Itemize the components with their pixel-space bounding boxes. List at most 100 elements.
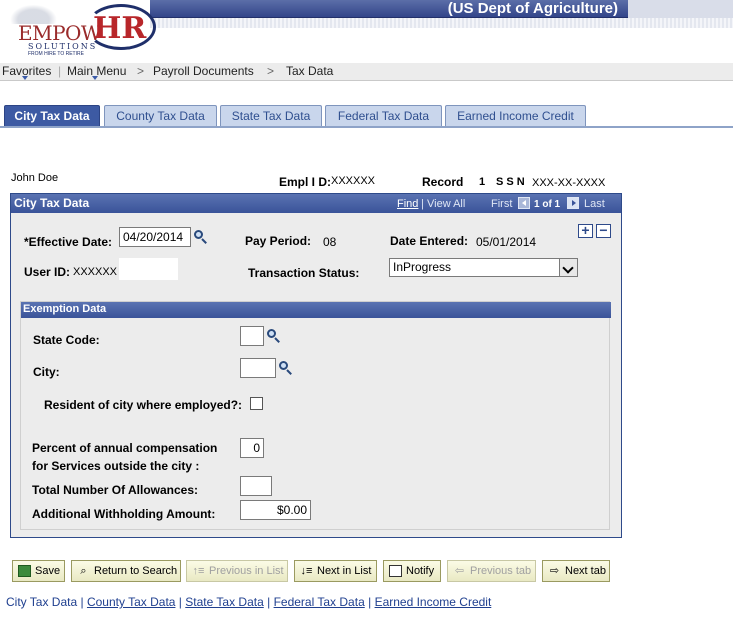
page-header: (US Dept of Agriculture) EMPOW HR SOLUTI… bbox=[0, 0, 733, 63]
next-in-list-button[interactable]: ↓≡ Next in List bbox=[294, 560, 377, 582]
logo-solutions: SOLUTIONS bbox=[28, 42, 98, 51]
resident-label: Resident of city where employed?: bbox=[44, 398, 243, 412]
withholding-label: Additional Withholding Amount: bbox=[32, 507, 216, 521]
calendar-lookup-icon[interactable] bbox=[194, 230, 208, 244]
last-link[interactable]: Last bbox=[584, 198, 605, 210]
footer-link-city-tax-data[interactable]: City Tax Data bbox=[6, 595, 77, 609]
return-to-search-label: Return to Search bbox=[94, 565, 178, 577]
effective-date-input[interactable]: 04/20/2014 bbox=[119, 227, 191, 247]
city-label: City: bbox=[33, 365, 60, 379]
tab-state-tax-data[interactable]: State Tax Data bbox=[220, 105, 322, 127]
allowances-input[interactable] bbox=[240, 476, 272, 496]
save-icon bbox=[18, 565, 31, 577]
footer-separator: | bbox=[368, 595, 372, 609]
favorites-dropdown-icon[interactable] bbox=[22, 76, 28, 80]
find-link[interactable]: Find bbox=[397, 198, 418, 210]
header-pattern bbox=[150, 18, 733, 28]
previous-tab-label: Previous tab bbox=[470, 565, 532, 577]
ssn-value: XXX-XX-XXXX bbox=[532, 177, 606, 189]
nav-tax-data[interactable]: Tax Data bbox=[286, 64, 333, 78]
main-menu-dropdown-icon[interactable] bbox=[92, 76, 98, 80]
user-id-blank-field bbox=[119, 258, 178, 280]
resident-checkbox[interactable] bbox=[250, 397, 263, 410]
notify-icon bbox=[389, 565, 402, 577]
tab-earned-income-credit[interactable]: Earned Income Credit bbox=[445, 105, 586, 127]
tab-city-tax-data[interactable]: City Tax Data bbox=[4, 105, 100, 127]
empowhr-logo: EMPOW HR SOLUTIONS FROM HIRE TO RETIRE bbox=[6, 2, 166, 60]
state-lookup-icon[interactable] bbox=[267, 329, 281, 343]
save-label: Save bbox=[35, 565, 61, 577]
transaction-status-select[interactable]: InProgress bbox=[389, 258, 578, 277]
previous-tab-button[interactable]: ⇦ Previous tab bbox=[447, 560, 536, 582]
row-count: 1 of 1 bbox=[534, 199, 561, 210]
record-label: Record bbox=[422, 175, 464, 189]
next-tab-icon: ⇨ bbox=[549, 565, 560, 577]
panel-header: City Tax Data Find | View All First 1 of… bbox=[11, 194, 621, 213]
footer-separator: | bbox=[178, 595, 182, 609]
employee-name: John Doe bbox=[11, 172, 59, 184]
logo-hr: HR bbox=[93, 11, 147, 46]
percent-label-line2: for Services outside the city : bbox=[32, 459, 200, 473]
navigation-bar: Favorites | Main Menu > Payroll Document… bbox=[0, 63, 733, 81]
previous-in-list-button[interactable]: ↑≡ Previous in List bbox=[186, 560, 288, 582]
chevron-down-icon[interactable] bbox=[559, 259, 577, 276]
effective-date-label: *Effective Date: bbox=[24, 235, 113, 249]
footer-link-earned-income-credit[interactable]: Earned Income Credit bbox=[375, 595, 492, 609]
add-row-button[interactable]: + bbox=[578, 223, 593, 238]
header-bar-end bbox=[628, 0, 733, 18]
allowances-label: Total Number Of Allowances: bbox=[32, 483, 199, 497]
first-link[interactable]: First bbox=[491, 198, 512, 210]
date-entered-value: 05/01/2014 bbox=[476, 235, 537, 249]
previous-list-icon: ↑≡ bbox=[192, 565, 205, 577]
tab-county-tax-data[interactable]: County Tax Data bbox=[104, 105, 217, 127]
save-button[interactable]: Save bbox=[12, 560, 65, 582]
transaction-status-label: Transaction Status: bbox=[248, 266, 360, 280]
exemption-data-title: Exemption Data bbox=[21, 302, 611, 318]
footer-links: City Tax Data | County Tax Data | State … bbox=[6, 595, 491, 609]
footer-link-federal-tax-data[interactable]: Federal Tax Data bbox=[274, 595, 365, 609]
state-code-label: State Code: bbox=[33, 333, 100, 347]
user-id-label: User ID: bbox=[24, 265, 71, 279]
nav-separator: > bbox=[267, 64, 275, 78]
record-value: 1 bbox=[479, 176, 486, 188]
next-arrow-icon[interactable] bbox=[567, 197, 579, 209]
previous-tab-icon: ⇦ bbox=[454, 565, 465, 577]
logo-tagline: FROM HIRE TO RETIRE bbox=[28, 51, 84, 57]
panel-title: City Tax Data bbox=[14, 196, 90, 210]
tab-bar: City Tax Data County Tax Data State Tax … bbox=[4, 105, 733, 127]
notify-label: Notify bbox=[406, 565, 435, 577]
next-tab-button[interactable]: ⇨ Next tab bbox=[542, 560, 610, 582]
city-tax-data-panel: City Tax Data Find | View All First 1 of… bbox=[10, 193, 622, 538]
return-to-search-button[interactable]: ⌕ Return to Search bbox=[71, 560, 181, 582]
delete-row-button[interactable]: − bbox=[596, 223, 611, 238]
pay-period-value: 08 bbox=[323, 235, 337, 249]
ssn-label: S S N bbox=[496, 176, 525, 188]
city-lookup-icon[interactable] bbox=[279, 361, 293, 375]
city-input[interactable] bbox=[240, 358, 276, 378]
empl-id-value: XXXXXX bbox=[331, 175, 376, 187]
agency-title: (US Dept of Agriculture) bbox=[447, 0, 618, 17]
previous-arrow-icon[interactable] bbox=[518, 197, 530, 209]
next-list-icon: ↓≡ bbox=[300, 565, 313, 577]
user-id-value: XXXXXX bbox=[73, 266, 118, 278]
withholding-input[interactable]: $0.00 bbox=[240, 500, 311, 520]
percent-label-line1: Percent of annual compensation bbox=[32, 441, 218, 455]
empl-id-label: Empl I D: bbox=[279, 175, 332, 189]
pay-period-label: Pay Period: bbox=[245, 234, 312, 248]
search-icon: ⌕ bbox=[80, 565, 87, 577]
footer-link-state-tax-data[interactable]: State Tax Data bbox=[185, 595, 264, 609]
tab-federal-tax-data[interactable]: Federal Tax Data bbox=[325, 105, 442, 127]
next-tab-label: Next tab bbox=[565, 565, 606, 577]
transaction-status-value: InProgress bbox=[393, 260, 452, 274]
notify-button[interactable]: Notify bbox=[383, 560, 441, 582]
exemption-data-panel: Exemption Data State Code: City: Residen… bbox=[20, 301, 611, 530]
percent-input[interactable]: 0 bbox=[240, 438, 264, 458]
state-code-input[interactable] bbox=[240, 326, 264, 346]
date-entered-label: Date Entered: bbox=[390, 234, 469, 248]
nav-separator: > bbox=[137, 64, 145, 78]
nav-payroll-documents[interactable]: Payroll Documents bbox=[153, 64, 254, 78]
header-bar: (US Dept of Agriculture) bbox=[150, 0, 733, 18]
view-all-link[interactable]: View All bbox=[427, 198, 465, 210]
footer-separator: | bbox=[80, 595, 84, 609]
footer-link-county-tax-data[interactable]: County Tax Data bbox=[87, 595, 176, 609]
